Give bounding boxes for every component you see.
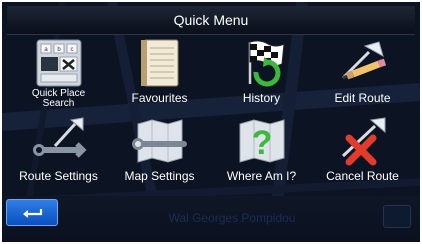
street-name: Wal Georges Pompidou xyxy=(168,211,296,225)
svg-text:?: ? xyxy=(251,124,272,162)
map-view-button[interactable] xyxy=(383,205,411,228)
question-map-icon: ? xyxy=(239,119,284,163)
menu-item-edit-route[interactable]: Edit Route xyxy=(312,36,413,112)
menu-item-history[interactable]: History xyxy=(211,36,312,112)
menu-item-quick-place-search[interactable]: a b c Quick Place Search xyxy=(8,36,109,112)
menu-item-where-am-i[interactable]: ? Where Am I? xyxy=(211,114,312,190)
menu-item-label: Where Am I? xyxy=(226,169,297,183)
menu-item-favourites[interactable]: Favourites xyxy=(109,36,210,112)
menu-item-map-settings[interactable]: Map Settings xyxy=(109,114,210,190)
keypad-search-icon: a b c xyxy=(36,39,81,87)
menu-item-label: Edit Route xyxy=(334,91,391,105)
menu-grid: a b c Quick Place Search Favourites Hist… xyxy=(8,36,414,190)
menu-item-label: Route Settings xyxy=(19,169,98,183)
checkered-flag-history-icon xyxy=(248,40,285,87)
back-button[interactable] xyxy=(6,199,58,226)
svg-text:c: c xyxy=(70,47,73,53)
notebook-icon xyxy=(140,39,178,87)
page-title: Quick Menu xyxy=(173,12,249,28)
menu-item-cancel-route[interactable]: Cancel Route xyxy=(312,114,413,190)
quick-menu-screen: Quick Menu a b c Quick Place Search Favo… xyxy=(2,2,420,242)
cancel-route-icon xyxy=(341,117,385,166)
wrench-route-icon xyxy=(32,117,87,158)
menu-item-label: Cancel Route xyxy=(326,169,399,183)
menu-item-label: History xyxy=(242,91,281,105)
return-arrow-icon xyxy=(23,208,43,218)
menu-item-label: Favourites xyxy=(131,91,188,105)
menu-item-label: Map Settings xyxy=(124,169,195,183)
wrench-map-icon xyxy=(131,119,187,163)
pencil-route-icon xyxy=(341,41,386,80)
menu-item-label: Quick Place Search xyxy=(31,88,86,109)
menu-item-route-settings[interactable]: Route Settings xyxy=(8,114,109,190)
title-bar: Quick Menu xyxy=(7,6,415,35)
